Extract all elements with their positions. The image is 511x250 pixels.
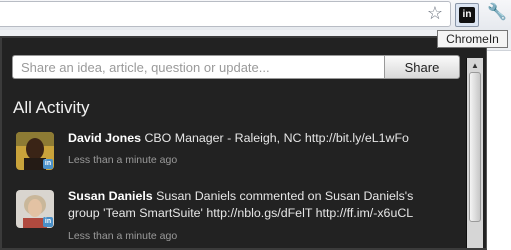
linkedin-badge-icon: in (43, 159, 53, 169)
browser-toolbar: ☆ in 🔧 (0, 0, 511, 30)
scrollbar[interactable]: ▲ (466, 58, 483, 248)
activity-text: CBO Manager - Raleigh, NC http://bit.ly/… (144, 131, 409, 145)
linkedin-icon: in (459, 7, 475, 23)
share-button[interactable]: Share (384, 55, 460, 79)
linkedin-extension-button[interactable]: in (455, 3, 479, 27)
extension-tooltip: ChromeIn (437, 30, 508, 48)
share-input[interactable] (12, 55, 385, 79)
section-title: All Activity (13, 98, 90, 117)
scroll-thumb[interactable] (469, 72, 481, 222)
avatar[interactable]: in (16, 190, 54, 228)
avatar[interactable]: in (16, 132, 54, 170)
author-name[interactable]: David Jones (68, 131, 141, 145)
extension-popup: Share All Activity in David Jones CBO Ma… (0, 36, 487, 250)
author-name[interactable]: Susan Daniels (68, 189, 153, 203)
timestamp: Less than a minute ago (68, 230, 178, 242)
timestamp: Less than a minute ago (68, 154, 178, 166)
star-icon[interactable]: ☆ (425, 3, 445, 23)
scroll-up-icon[interactable]: ▲ (467, 60, 483, 72)
linkedin-badge-icon: in (43, 217, 53, 227)
wrench-icon[interactable]: 🔧 (487, 4, 507, 22)
address-bar[interactable] (0, 1, 451, 27)
